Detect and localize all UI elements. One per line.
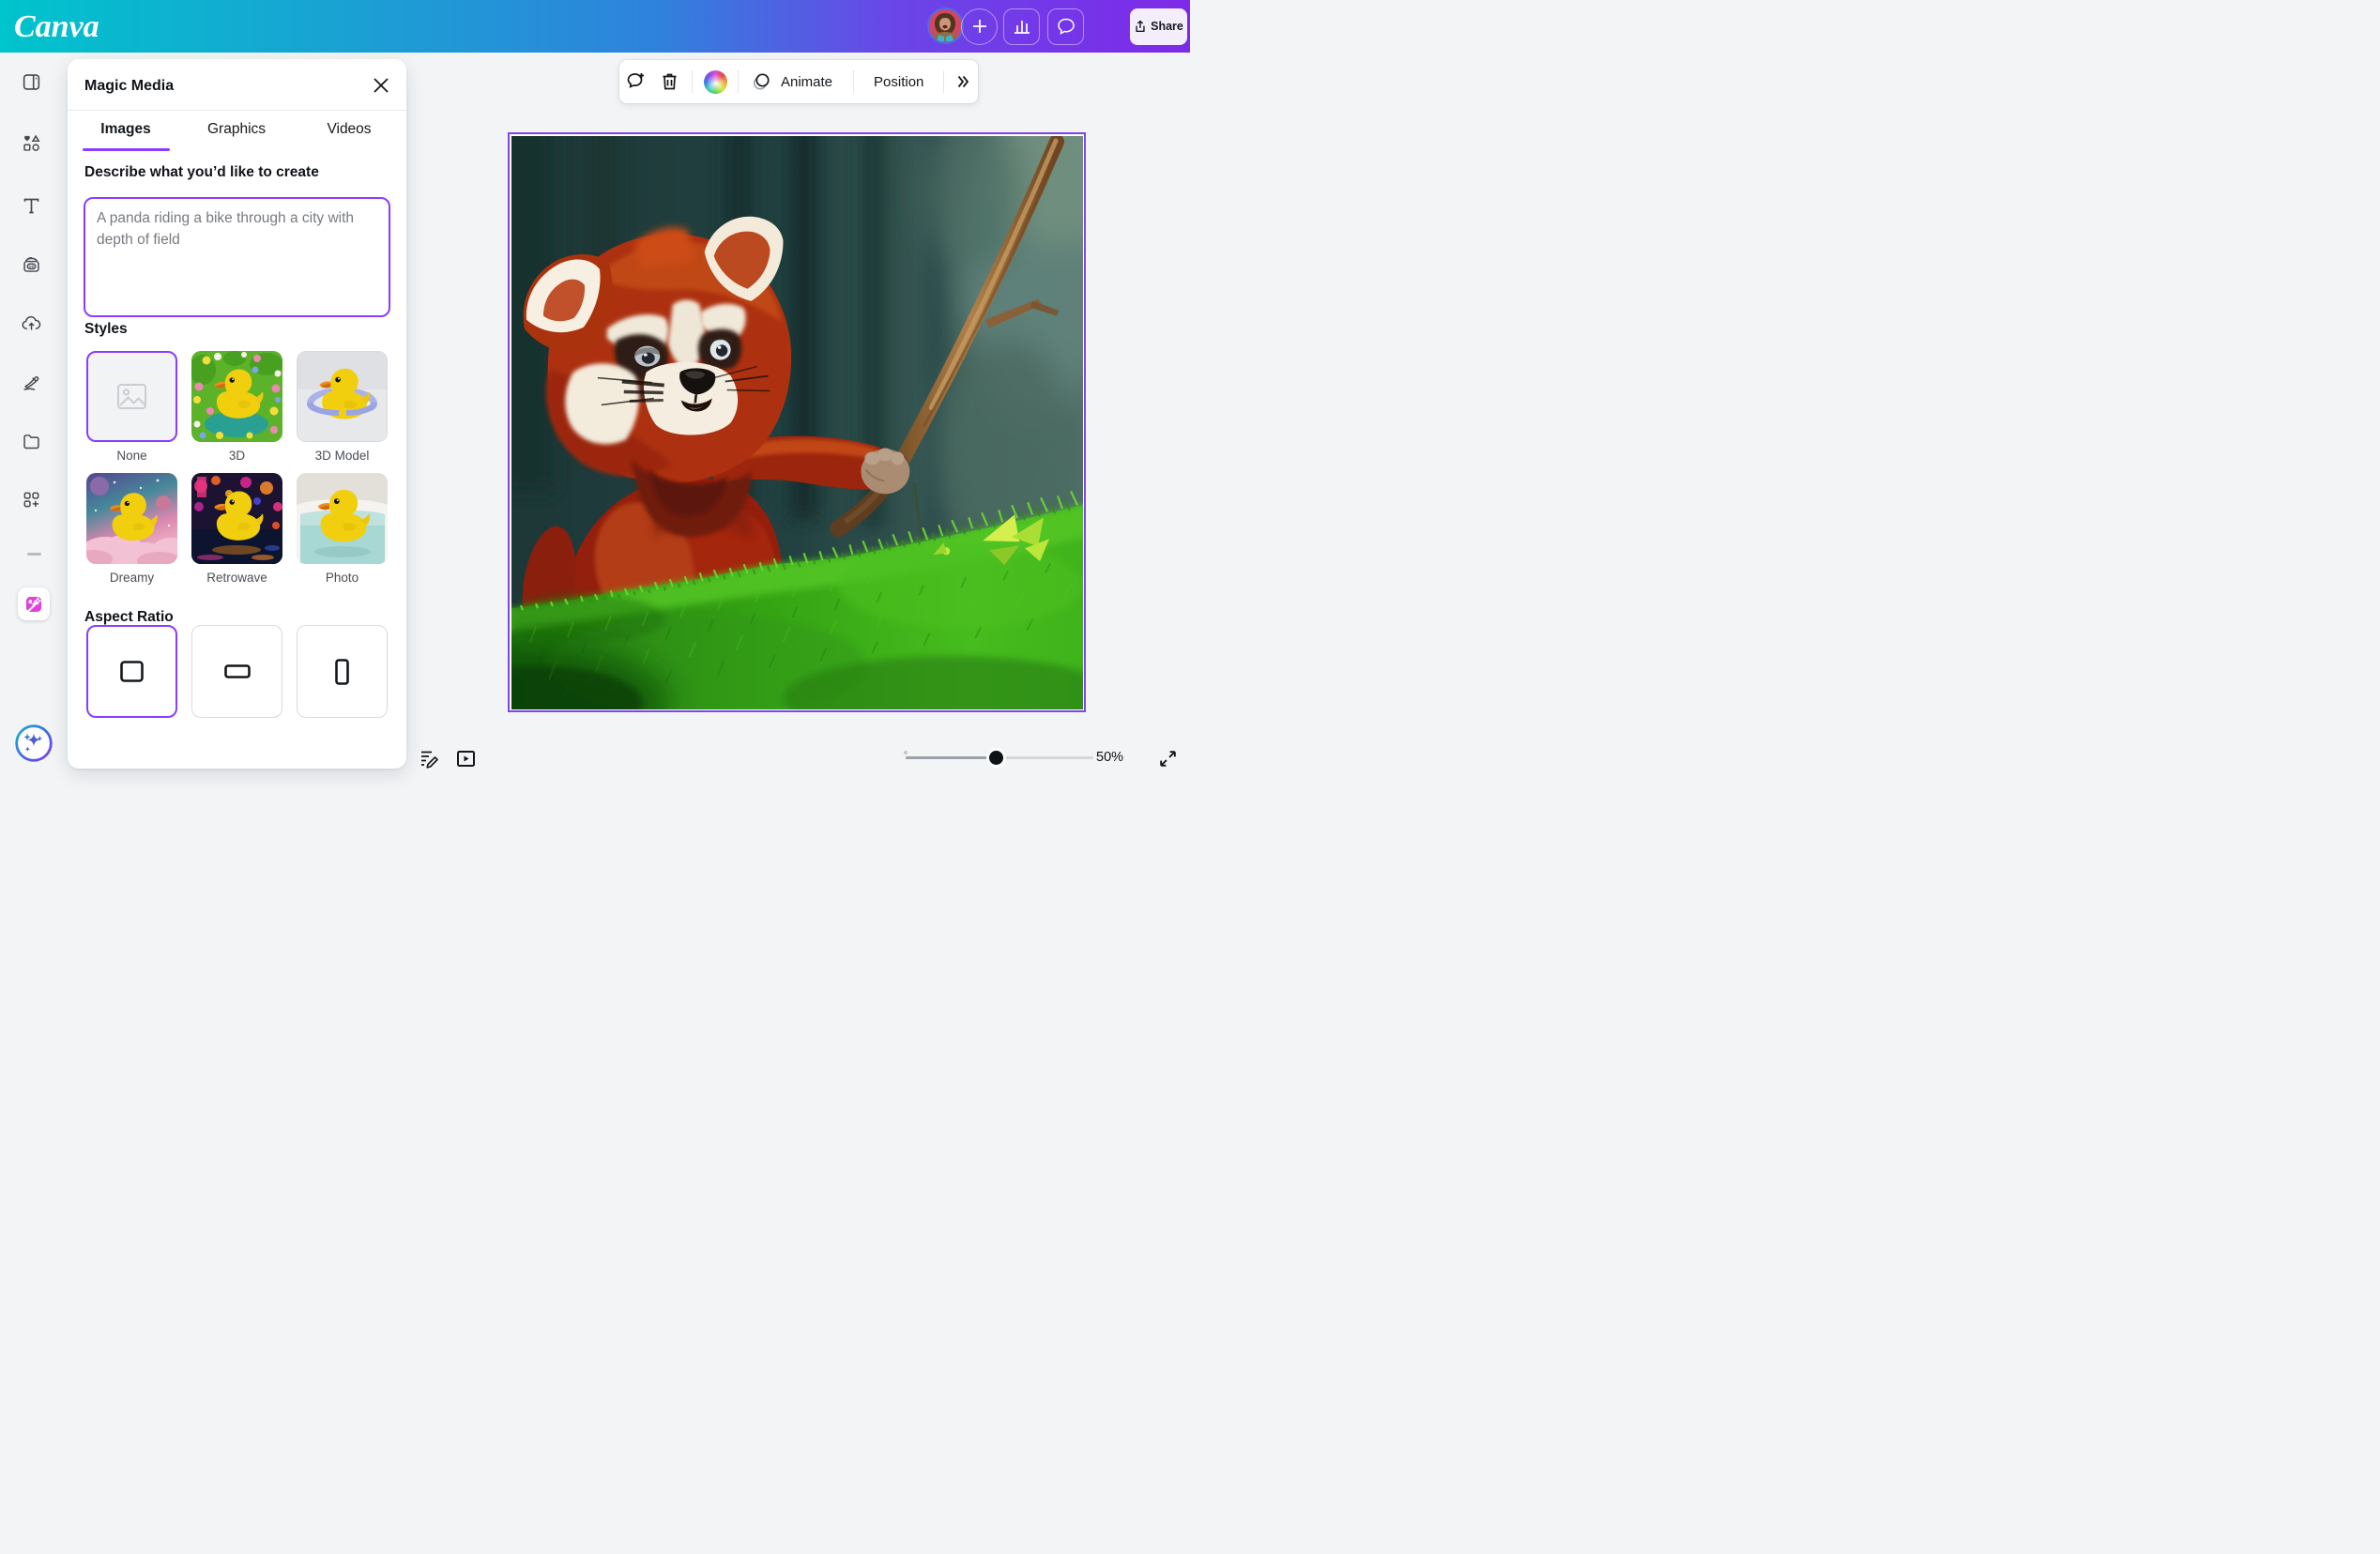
svg-text:co: co [28, 265, 35, 270]
svg-text:Canva: Canva [14, 9, 99, 44]
